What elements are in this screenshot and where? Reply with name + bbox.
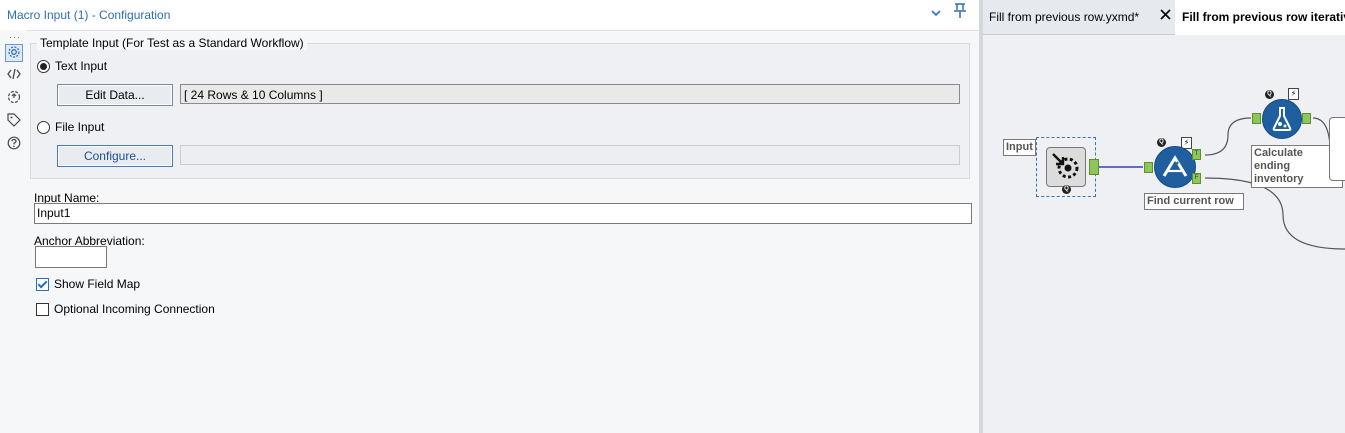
show-field-map-label[interactable]: Show Field Map bbox=[54, 277, 140, 291]
settings-icon[interactable] bbox=[5, 44, 23, 62]
help-icon[interactable] bbox=[5, 136, 23, 154]
optional-incoming-connection-checkbox[interactable] bbox=[36, 303, 49, 316]
formula-bolt-icon: ⚡ bbox=[1288, 88, 1299, 100]
show-field-map-checkbox[interactable] bbox=[36, 278, 49, 291]
data-summary-field: [ 24 Rows & 10 Columns ] bbox=[180, 84, 960, 104]
anchor-abbreviation-field[interactable] bbox=[35, 246, 107, 268]
filter-q-badge: Q bbox=[1157, 138, 1166, 147]
connection-true-to-formula bbox=[1204, 117, 1252, 156]
connection-false-out bbox=[1204, 177, 1345, 250]
optional-incoming-connection-label[interactable]: Optional Incoming Connection bbox=[54, 302, 215, 316]
close-icon[interactable] bbox=[1160, 7, 1171, 24]
filter-true-anchor[interactable]: T bbox=[1192, 149, 1201, 160]
filter-false-anchor[interactable]: F bbox=[1192, 173, 1201, 184]
macro-input-tool-label: Input bbox=[1003, 139, 1036, 156]
formula-output-anchor[interactable] bbox=[1302, 113, 1311, 124]
file-path-field bbox=[180, 145, 960, 165]
tool-connection-icon[interactable] bbox=[5, 90, 23, 108]
group-legend: Template Input (For Test as a Standard W… bbox=[37, 36, 307, 50]
rail-overflow-icon[interactable]: ··· bbox=[9, 32, 21, 42]
tab-label-active[interactable]: Fill from previous row iterative bbox=[1182, 10, 1345, 24]
chevron-down-icon[interactable] bbox=[930, 6, 942, 22]
pin-icon[interactable] bbox=[953, 3, 967, 24]
text-input-radio[interactable] bbox=[37, 60, 50, 73]
file-input-label[interactable]: File Input bbox=[55, 120, 104, 134]
code-icon[interactable] bbox=[5, 67, 23, 85]
filter-tool-label: Find current row bbox=[1144, 193, 1244, 210]
tab-label[interactable]: Fill from previous row.yxmd* bbox=[989, 10, 1139, 24]
input-name-field[interactable]: Input1 bbox=[34, 203, 972, 224]
tag-icon[interactable] bbox=[5, 113, 23, 131]
text-input-label[interactable]: Text Input bbox=[55, 59, 107, 73]
filter-icon[interactable] bbox=[1154, 146, 1196, 188]
macro-input-output-anchor[interactable] bbox=[1089, 159, 1099, 175]
edit-data-button[interactable]: Edit Data... bbox=[57, 84, 173, 106]
macro-input-icon[interactable] bbox=[1046, 147, 1086, 187]
configure-button[interactable]: Configure... bbox=[57, 145, 173, 167]
formula-input-anchor[interactable] bbox=[1252, 113, 1261, 124]
panel-title: Macro Input (1) - Configuration bbox=[7, 8, 171, 22]
next-tool-partial[interactable] bbox=[1329, 117, 1345, 181]
formula-q-badge: Q bbox=[1265, 90, 1274, 99]
file-input-radio[interactable] bbox=[37, 121, 50, 134]
formula-icon[interactable] bbox=[1262, 99, 1302, 139]
filter-input-anchor[interactable] bbox=[1144, 162, 1153, 173]
macro-input-q-badge: Q bbox=[1062, 185, 1071, 194]
configuration-rail: ··· bbox=[0, 30, 27, 433]
